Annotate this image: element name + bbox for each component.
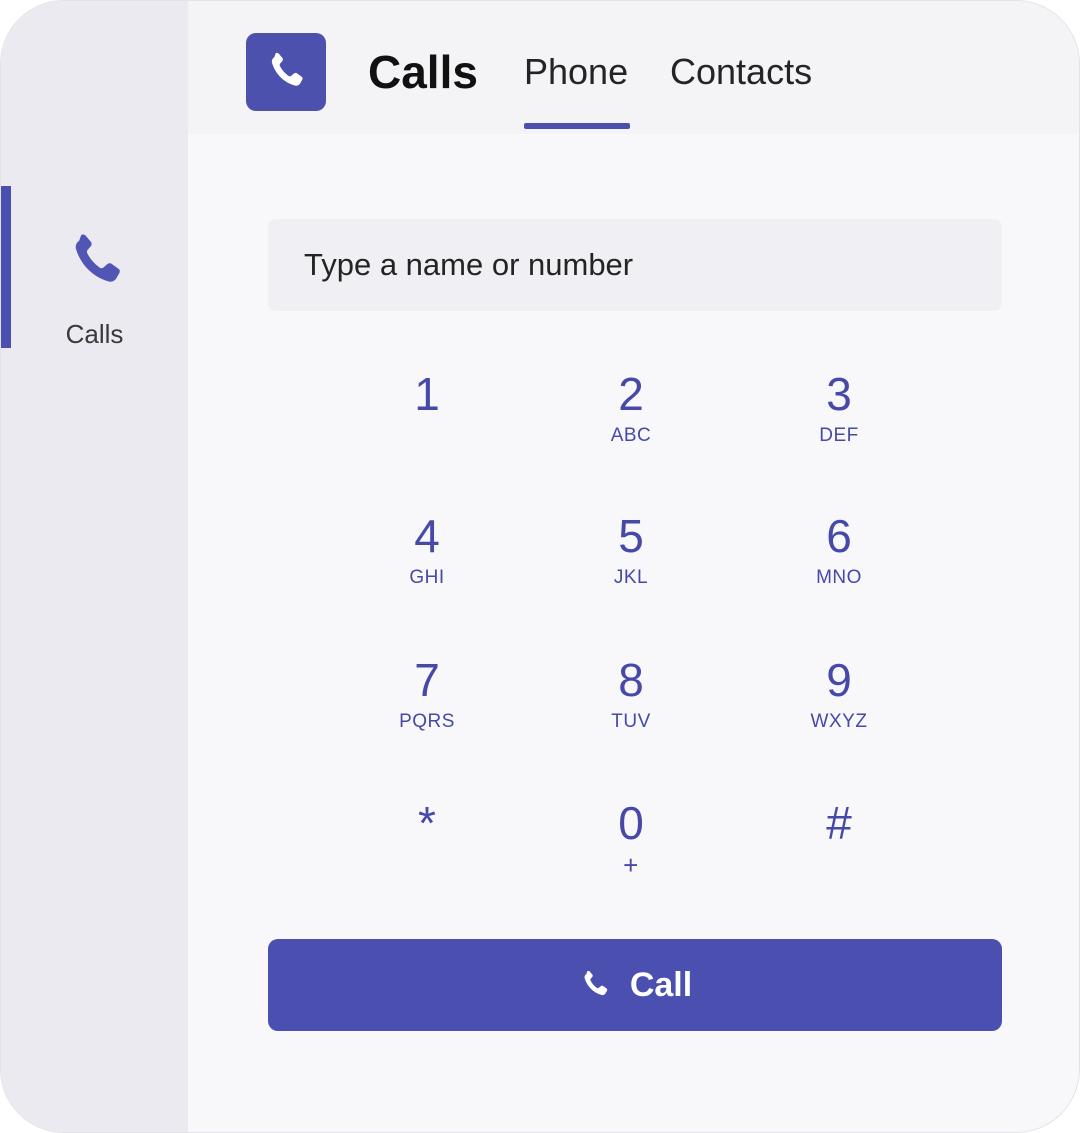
app-window: Calls Calls Phone Contacts 1 2 ABC 3 bbox=[0, 0, 1080, 1133]
dial-key-digit: # bbox=[826, 797, 852, 849]
dial-key-digit: 3 bbox=[826, 368, 852, 420]
dial-key-digit: * bbox=[418, 797, 436, 849]
phone-icon bbox=[271, 52, 303, 86]
rail-item-label: Calls bbox=[65, 319, 124, 349]
dial-key-letters: WXYZ bbox=[810, 711, 868, 732]
dial-key-8[interactable]: 8 TUV bbox=[556, 653, 706, 763]
dial-key-7[interactable]: 7 PQRS bbox=[352, 653, 502, 763]
dialer-panel: 1 2 ABC 3 DEF 4 GHI 5 JKL 6 MNO bbox=[188, 134, 1079, 1132]
tab-phone[interactable]: Phone bbox=[524, 49, 628, 95]
app-header: Calls Phone Contacts bbox=[188, 1, 1079, 134]
dial-key-3[interactable]: 3 DEF bbox=[764, 367, 914, 477]
dial-key-digit: 6 bbox=[826, 510, 852, 562]
dial-key-digit: 4 bbox=[414, 510, 440, 562]
phone-icon bbox=[584, 970, 608, 996]
dial-key-digit: 0 bbox=[618, 797, 644, 849]
dial-key-letters: MNO bbox=[816, 567, 862, 588]
app-rail: Calls bbox=[1, 1, 188, 1132]
dial-key-4[interactable]: 4 GHI bbox=[352, 509, 502, 619]
dial-key-2[interactable]: 2 ABC bbox=[556, 367, 706, 477]
dial-key-0[interactable]: 0 + bbox=[556, 796, 706, 906]
dial-key-letters: DEF bbox=[819, 425, 859, 446]
dial-key-star[interactable]: * bbox=[352, 796, 502, 906]
tab-contacts[interactable]: Contacts bbox=[670, 49, 812, 95]
dial-key-digit: 8 bbox=[618, 654, 644, 706]
dial-key-letters: + bbox=[623, 850, 639, 880]
dial-key-letters: PQRS bbox=[399, 711, 455, 732]
dial-key-letters: TUV bbox=[611, 711, 651, 732]
dial-key-digit: 9 bbox=[826, 654, 852, 706]
call-button-label: Call bbox=[629, 965, 693, 1004]
app-logo bbox=[246, 33, 326, 111]
page-title: Calls bbox=[368, 46, 478, 98]
phone-icon bbox=[75, 234, 120, 282]
dial-key-letters: ABC bbox=[610, 425, 652, 446]
dial-key-6[interactable]: 6 MNO bbox=[764, 509, 914, 619]
dial-key-digit: 2 bbox=[618, 368, 644, 420]
dial-pad: 1 2 ABC 3 DEF 4 GHI 5 JKL 6 MNO 7 PQRS 8… bbox=[188, 134, 1079, 934]
dial-key-digit: 7 bbox=[414, 654, 440, 706]
dial-key-digit: 1 bbox=[414, 368, 440, 420]
dial-key-digit: 5 bbox=[618, 510, 644, 562]
dial-key-5[interactable]: 5 JKL bbox=[556, 509, 706, 619]
dial-key-letters: GHI bbox=[409, 567, 445, 588]
dial-key-letters: JKL bbox=[613, 567, 649, 588]
active-tab-indicator bbox=[524, 123, 630, 129]
dial-key-1[interactable]: 1 bbox=[352, 367, 502, 477]
rail-item-calls[interactable]: Calls bbox=[1, 186, 188, 349]
call-button[interactable]: Call bbox=[268, 939, 1002, 1031]
dial-key-hash[interactable]: # bbox=[764, 796, 914, 906]
dial-key-9[interactable]: 9 WXYZ bbox=[764, 653, 914, 763]
